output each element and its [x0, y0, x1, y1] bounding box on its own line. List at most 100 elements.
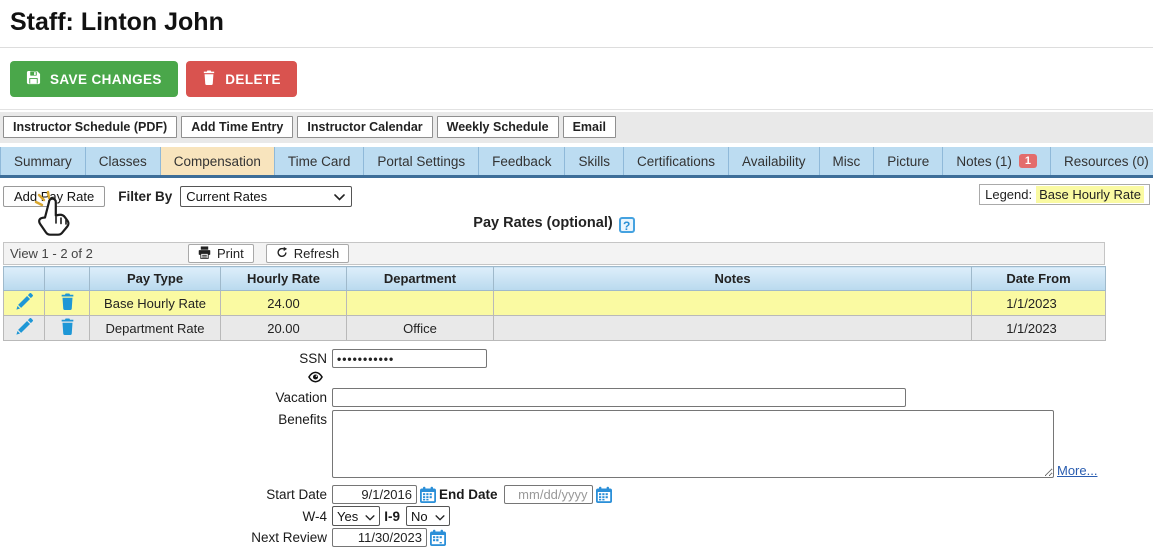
quick-link-weekly-schedule[interactable]: Weekly Schedule — [436, 116, 559, 138]
ssn-row: SSN — [0, 349, 1153, 368]
cell-notes — [493, 290, 972, 316]
tab-notes[interactable]: Notes (1) 1 — [943, 147, 1051, 175]
legend-box: Legend: Base Hourly Rate — [979, 184, 1150, 205]
delete-column-header — [44, 266, 90, 291]
w4-select[interactable]: Yes — [332, 506, 381, 526]
edit-icon[interactable] — [15, 293, 33, 310]
tab-summary[interactable]: Summary — [0, 147, 86, 175]
i9-value: No — [410, 508, 428, 524]
quick-link-add-time-entry[interactable]: Add Time Entry — [181, 116, 294, 138]
vacation-label: Vacation — [275, 390, 327, 405]
notes-count-badge: 1 — [1018, 154, 1037, 168]
delete-button[interactable]: DELETE — [186, 61, 297, 97]
divider — [0, 109, 1153, 110]
filter-by-label: Filter By — [118, 188, 173, 204]
print-button[interactable]: Print — [188, 244, 254, 263]
col-pay-type: Pay Type — [89, 266, 221, 291]
w4-value: Yes — [337, 508, 359, 524]
tab-feedback[interactable]: Feedback — [479, 147, 566, 175]
i9-select[interactable]: No — [405, 506, 450, 526]
grid-view-count: View 1 - 2 of 2 — [10, 246, 93, 261]
cell-department — [346, 290, 494, 316]
start-date-field[interactable] — [332, 485, 417, 504]
chevron-down-icon — [435, 509, 445, 524]
col-department: Department — [346, 266, 494, 291]
i9-label: I-9 — [384, 508, 400, 524]
vacation-row: Vacation — [0, 388, 1153, 407]
save-icon — [26, 70, 41, 88]
start-date-calendar-icon[interactable] — [419, 486, 437, 504]
compensation-form: SSN Vacation Benefits More... Start Date — [0, 349, 1153, 547]
next-review-row: Next Review — [0, 528, 1153, 547]
benefits-field[interactable] — [332, 410, 1054, 478]
cell-date-from: 1/1/2023 — [971, 290, 1106, 316]
tab-compensation[interactable]: Compensation — [160, 147, 275, 175]
help-icon[interactable]: ? — [618, 217, 635, 233]
vacation-field[interactable] — [332, 388, 906, 407]
table-row: Base Hourly Rate 24.00 1/1/2023 — [3, 290, 1106, 316]
cell-hourly-rate: 20.00 — [220, 315, 347, 341]
start-date-label: Start Date — [266, 487, 327, 502]
refresh-label: Refresh — [293, 246, 340, 261]
refresh-icon — [276, 246, 288, 262]
end-date-label: End Date — [439, 487, 498, 502]
delete-icon[interactable] — [60, 318, 75, 335]
refresh-button[interactable]: Refresh — [265, 244, 350, 263]
delete-label: DELETE — [225, 71, 281, 87]
delete-icon[interactable] — [60, 293, 75, 310]
end-date-calendar-icon[interactable] — [595, 486, 613, 504]
end-date-field[interactable] — [503, 485, 593, 504]
quick-link-instructor-calendar[interactable]: Instructor Calendar — [297, 116, 433, 138]
ssn-visibility-row — [0, 370, 1153, 386]
next-review-label: Next Review — [251, 530, 327, 545]
tab-availability[interactable]: Availability — [729, 147, 820, 175]
quick-link-instructor-schedule-pdf[interactable]: Instructor Schedule (PDF) — [3, 116, 178, 138]
ssn-field[interactable] — [332, 349, 487, 368]
print-label: Print — [217, 246, 244, 261]
staff-detail-page: Staff: Linton John SAVE CHANGES DELETE I… — [0, 0, 1153, 557]
quick-link-email[interactable]: Email — [562, 116, 616, 138]
cell-date-from: 1/1/2023 — [971, 315, 1106, 341]
page-title: Staff: Linton John — [10, 8, 224, 36]
save-changes-label: SAVE CHANGES — [50, 71, 162, 87]
add-pay-rate-button[interactable]: Add Pay Rate — [3, 185, 106, 207]
tab-portal-settings[interactable]: Portal Settings — [364, 147, 480, 175]
benefits-label: Benefits — [278, 412, 327, 427]
table-header-row: Pay Type Hourly Rate Department Notes Da… — [3, 266, 1106, 291]
w4-i9-row: W-4 Yes I-9 No — [0, 506, 1153, 526]
more-link[interactable]: More... — [1057, 463, 1097, 478]
next-review-field[interactable] — [332, 528, 427, 547]
filter-by-value: Current Rates — [186, 188, 268, 204]
cell-pay-type: Base Hourly Rate — [89, 290, 221, 316]
tab-certifications[interactable]: Certifications — [623, 147, 729, 175]
ssn-label: SSN — [299, 351, 327, 366]
next-review-calendar-icon[interactable] — [429, 529, 447, 547]
save-changes-button[interactable]: SAVE CHANGES — [10, 61, 178, 97]
edit-icon[interactable] — [15, 318, 33, 335]
chevron-down-icon — [334, 189, 346, 204]
cell-hourly-rate: 24.00 — [220, 290, 347, 316]
tab-resources[interactable]: Resources (0) — [1050, 147, 1153, 175]
legend-label: Legend: — [985, 187, 1033, 202]
pay-rates-table: Pay Type Hourly Rate Department Notes Da… — [3, 266, 1106, 341]
printer-icon — [198, 245, 211, 262]
action-bar: SAVE CHANGES DELETE — [0, 48, 1153, 109]
tab-skills[interactable]: Skills — [565, 147, 624, 175]
cell-notes — [493, 315, 972, 341]
tab-time-card[interactable]: Time Card — [274, 147, 365, 175]
tab-misc[interactable]: Misc — [819, 147, 875, 175]
col-date-from: Date From — [971, 266, 1106, 291]
cell-pay-type: Department Rate — [89, 315, 221, 341]
pay-rate-controls: Add Pay Rate Filter By Current Rates Leg… — [0, 184, 1153, 236]
pay-rates-grid: View 1 - 2 of 2 Print Refresh Pay Type H… — [3, 242, 1106, 341]
eye-icon[interactable] — [308, 371, 323, 386]
edit-column-header — [3, 266, 45, 291]
dates-row: Start Date End Date — [0, 485, 1153, 504]
tab-picture[interactable]: Picture — [874, 147, 944, 175]
trash-icon — [202, 70, 216, 88]
benefits-row: Benefits More... — [0, 410, 1153, 478]
filter-by-select[interactable]: Current Rates — [180, 185, 353, 207]
grid-toolbar: View 1 - 2 of 2 Print Refresh — [3, 242, 1105, 265]
legend-base-hourly-rate: Base Hourly Rate — [1036, 186, 1144, 203]
tab-classes[interactable]: Classes — [85, 147, 161, 175]
